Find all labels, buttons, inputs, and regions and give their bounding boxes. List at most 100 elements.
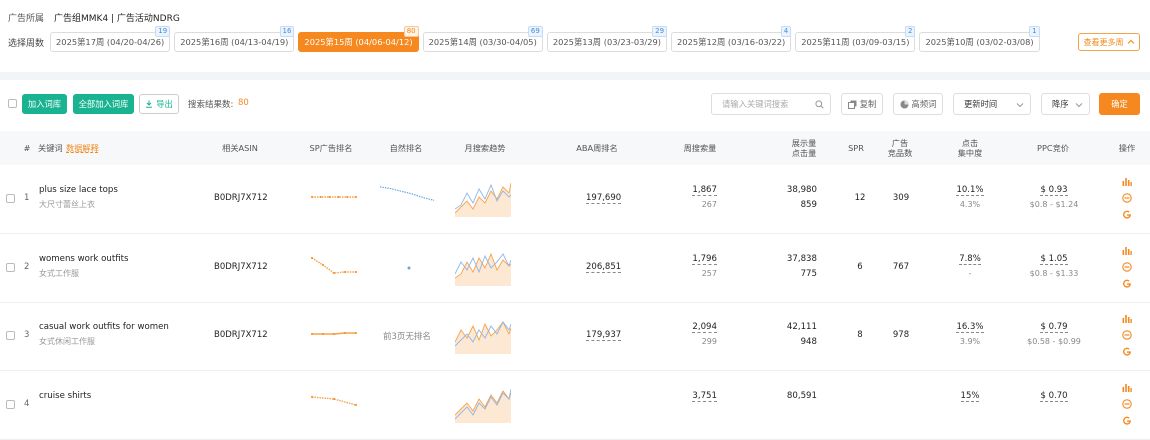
monthly-search-trend-chart [455, 182, 511, 217]
more-weeks-button[interactable]: 查看更多周 [1078, 33, 1140, 51]
ban-icon[interactable] [1122, 330, 1132, 340]
col-ad-competitors[interactable]: 广告 竞品数 [880, 131, 920, 165]
monthly-search-trend-chart [455, 321, 511, 354]
week-chip[interactable]: 2025第16周 (04/13-04/19) 16 [174, 26, 295, 52]
ppc-bid-number[interactable]: $ 0.93 [1040, 185, 1068, 196]
click-concentration-number[interactable]: 10.1% [956, 185, 984, 196]
keyword-text[interactable]: plus size lace tops [39, 185, 118, 195]
add-to-library-button[interactable]: 加入词库 [22, 94, 67, 114]
ban-icon[interactable] [1122, 193, 1132, 203]
row-index: 1 [24, 193, 30, 203]
high-frequency-words-button[interactable]: 高频词 [893, 93, 943, 115]
click-concentration-number[interactable]: 15% [960, 391, 980, 402]
weekly-search-number[interactable]: 2,094 [692, 322, 717, 333]
sort-order-value: 降序 [1052, 99, 1069, 109]
click-concentration-number[interactable]: 7.8% [959, 254, 981, 265]
row-checkbox[interactable] [6, 194, 15, 203]
week-chip[interactable]: 2025第11周 (03/09-03/15) 2 [795, 26, 916, 52]
week-chip[interactable]: 2025第17周 (04/20-04/26) 19 [50, 26, 171, 52]
click-concentration-secondary: 3.9% [959, 337, 981, 346]
table-row: 3 casual work outfits for women 女式休闲工作服 … [0, 302, 1150, 371]
clicks-value: 775 [800, 269, 817, 279]
pie-icon [900, 100, 909, 108]
col-ad-label: 广告 [891, 138, 909, 148]
week-chip[interactable]: 2025第10周 (03/02-03/08) 1 [919, 26, 1040, 52]
related-asin[interactable]: B0DRJ7X712 [214, 330, 268, 340]
confirm-label: 确定 [1111, 99, 1128, 109]
google-icon[interactable] [1122, 210, 1132, 220]
keyword-translation: 女式工作服 [39, 269, 79, 278]
natural-rank-dot [407, 266, 411, 270]
col-weekly-search[interactable]: 周搜索量 [675, 131, 725, 165]
sort-field-select[interactable]: 更新时间 [953, 93, 1031, 115]
select-all-checkbox[interactable] [8, 99, 17, 108]
weekly-search-number[interactable]: 1,867 [692, 185, 717, 196]
table-row: 2 womens work outfits 女式工作服 B0DRJ7X712 2… [0, 234, 1150, 303]
week-selector: 选择周数 2025第17周 (04/20-04/26) 19 2025第16周 (… [8, 26, 1044, 54]
col-click-label: 点击 [961, 138, 979, 148]
chevron-down-icon [1075, 103, 1083, 108]
aba-rank-value: 179,937 [586, 330, 622, 341]
row-checkbox[interactable] [6, 400, 15, 409]
clicks-value: 948 [800, 337, 817, 347]
col-sp-rank: SP广告排名 [309, 143, 353, 153]
ppc-bid-number[interactable]: $ 1.05 [1040, 254, 1068, 265]
week-chip[interactable]: 2025第12周 (03/16-03/22) 4 [671, 26, 792, 52]
ad-competitor-count: 309 [892, 193, 910, 203]
sp-rank-sparkline [311, 396, 357, 406]
ppc-bid-range: $0.58 - $0.99 [1027, 337, 1081, 346]
keyword-search-input[interactable]: 请输入关键词搜索 [711, 93, 831, 115]
click-concentration-number[interactable]: 16.3% [956, 322, 984, 333]
data-explanation-link[interactable]: 数据解释 [66, 131, 102, 165]
confirm-button[interactable]: 确定 [1099, 93, 1140, 115]
row-checkbox[interactable] [6, 263, 15, 272]
related-asin[interactable]: B0DRJ7X712 [214, 262, 268, 272]
add-all-to-library-button[interactable]: 全部加入词库 [73, 94, 134, 114]
table-row: 1 plus size lace tops 大尺寸蕾丝上衣 B0DRJ7X712… [0, 165, 1150, 234]
col-index: # [23, 143, 31, 153]
weekly-search-secondary: 257 [701, 269, 717, 278]
weekly-search-secondary: 267 [701, 200, 717, 209]
ad-competitor-count: 767 [892, 262, 910, 272]
related-asin[interactable]: B0DRJ7X712 [214, 193, 268, 203]
bar-chart-icon[interactable] [1122, 246, 1132, 255]
col-impressions-clicks[interactable]: 展示量 点击量 [775, 131, 833, 165]
ban-icon[interactable] [1122, 399, 1132, 409]
bar-chart-icon[interactable] [1122, 177, 1132, 186]
copy-button[interactable]: 复制 [841, 93, 883, 115]
bar-chart-icon[interactable] [1122, 314, 1132, 323]
weekly-search-number[interactable]: 3,751 [692, 391, 717, 402]
ppc-bid-number[interactable]: $ 0.70 [1040, 391, 1068, 402]
google-icon[interactable] [1122, 416, 1132, 426]
google-icon[interactable] [1122, 279, 1132, 289]
week-chip-active[interactable]: 2025第15周 (04/06-04/12) 80 [298, 26, 419, 52]
week-chip[interactable]: 2025第13周 (03/23-03/29) 29 [546, 26, 668, 52]
ban-icon[interactable] [1122, 262, 1132, 272]
bar-chart-icon[interactable] [1122, 383, 1132, 392]
google-icon[interactable] [1122, 347, 1132, 357]
keyword-translation: 大尺寸蕾丝上衣 [39, 200, 95, 209]
row-checkbox[interactable] [6, 331, 15, 340]
ppc-bid-number[interactable]: $ 0.79 [1040, 322, 1068, 333]
aba-rank-number[interactable]: 206,851 [586, 262, 622, 273]
keyword-translation: 女式休闲工作服 [39, 337, 95, 346]
weekly-search-number[interactable]: 1,796 [692, 254, 717, 265]
week-count-badge: 69 [527, 26, 543, 37]
export-button[interactable]: 导出 [139, 94, 179, 114]
col-ppc-bid: PPC竞价 [1037, 143, 1069, 153]
col-spr[interactable]: SPR [840, 131, 872, 165]
aba-rank-value: 206,851 [586, 262, 622, 273]
col-keyword[interactable]: 关键词 [38, 131, 64, 165]
week-chip[interactable]: 2025第14周 (03/30-04/05) 69 [422, 26, 543, 52]
keyword-text[interactable]: womens work outfits [39, 254, 128, 264]
click-concentration-value: 16.3% [952, 322, 988, 333]
high-frequency-label: 高频词 [911, 99, 937, 109]
sp-rank-sparkline [311, 196, 357, 198]
sort-order-select[interactable]: 降序 [1041, 93, 1090, 115]
col-aba-rank[interactable]: ABA周排名 [565, 131, 629, 165]
aba-rank-number[interactable]: 197,690 [586, 193, 622, 204]
aba-rank-number[interactable]: 179,937 [586, 330, 622, 341]
ppc-bid-value: $ 0.79 [1024, 322, 1084, 333]
col-click-concentration[interactable]: 点击 集中度 [948, 131, 992, 165]
keyword-text[interactable]: casual work outfits for women [39, 322, 169, 332]
